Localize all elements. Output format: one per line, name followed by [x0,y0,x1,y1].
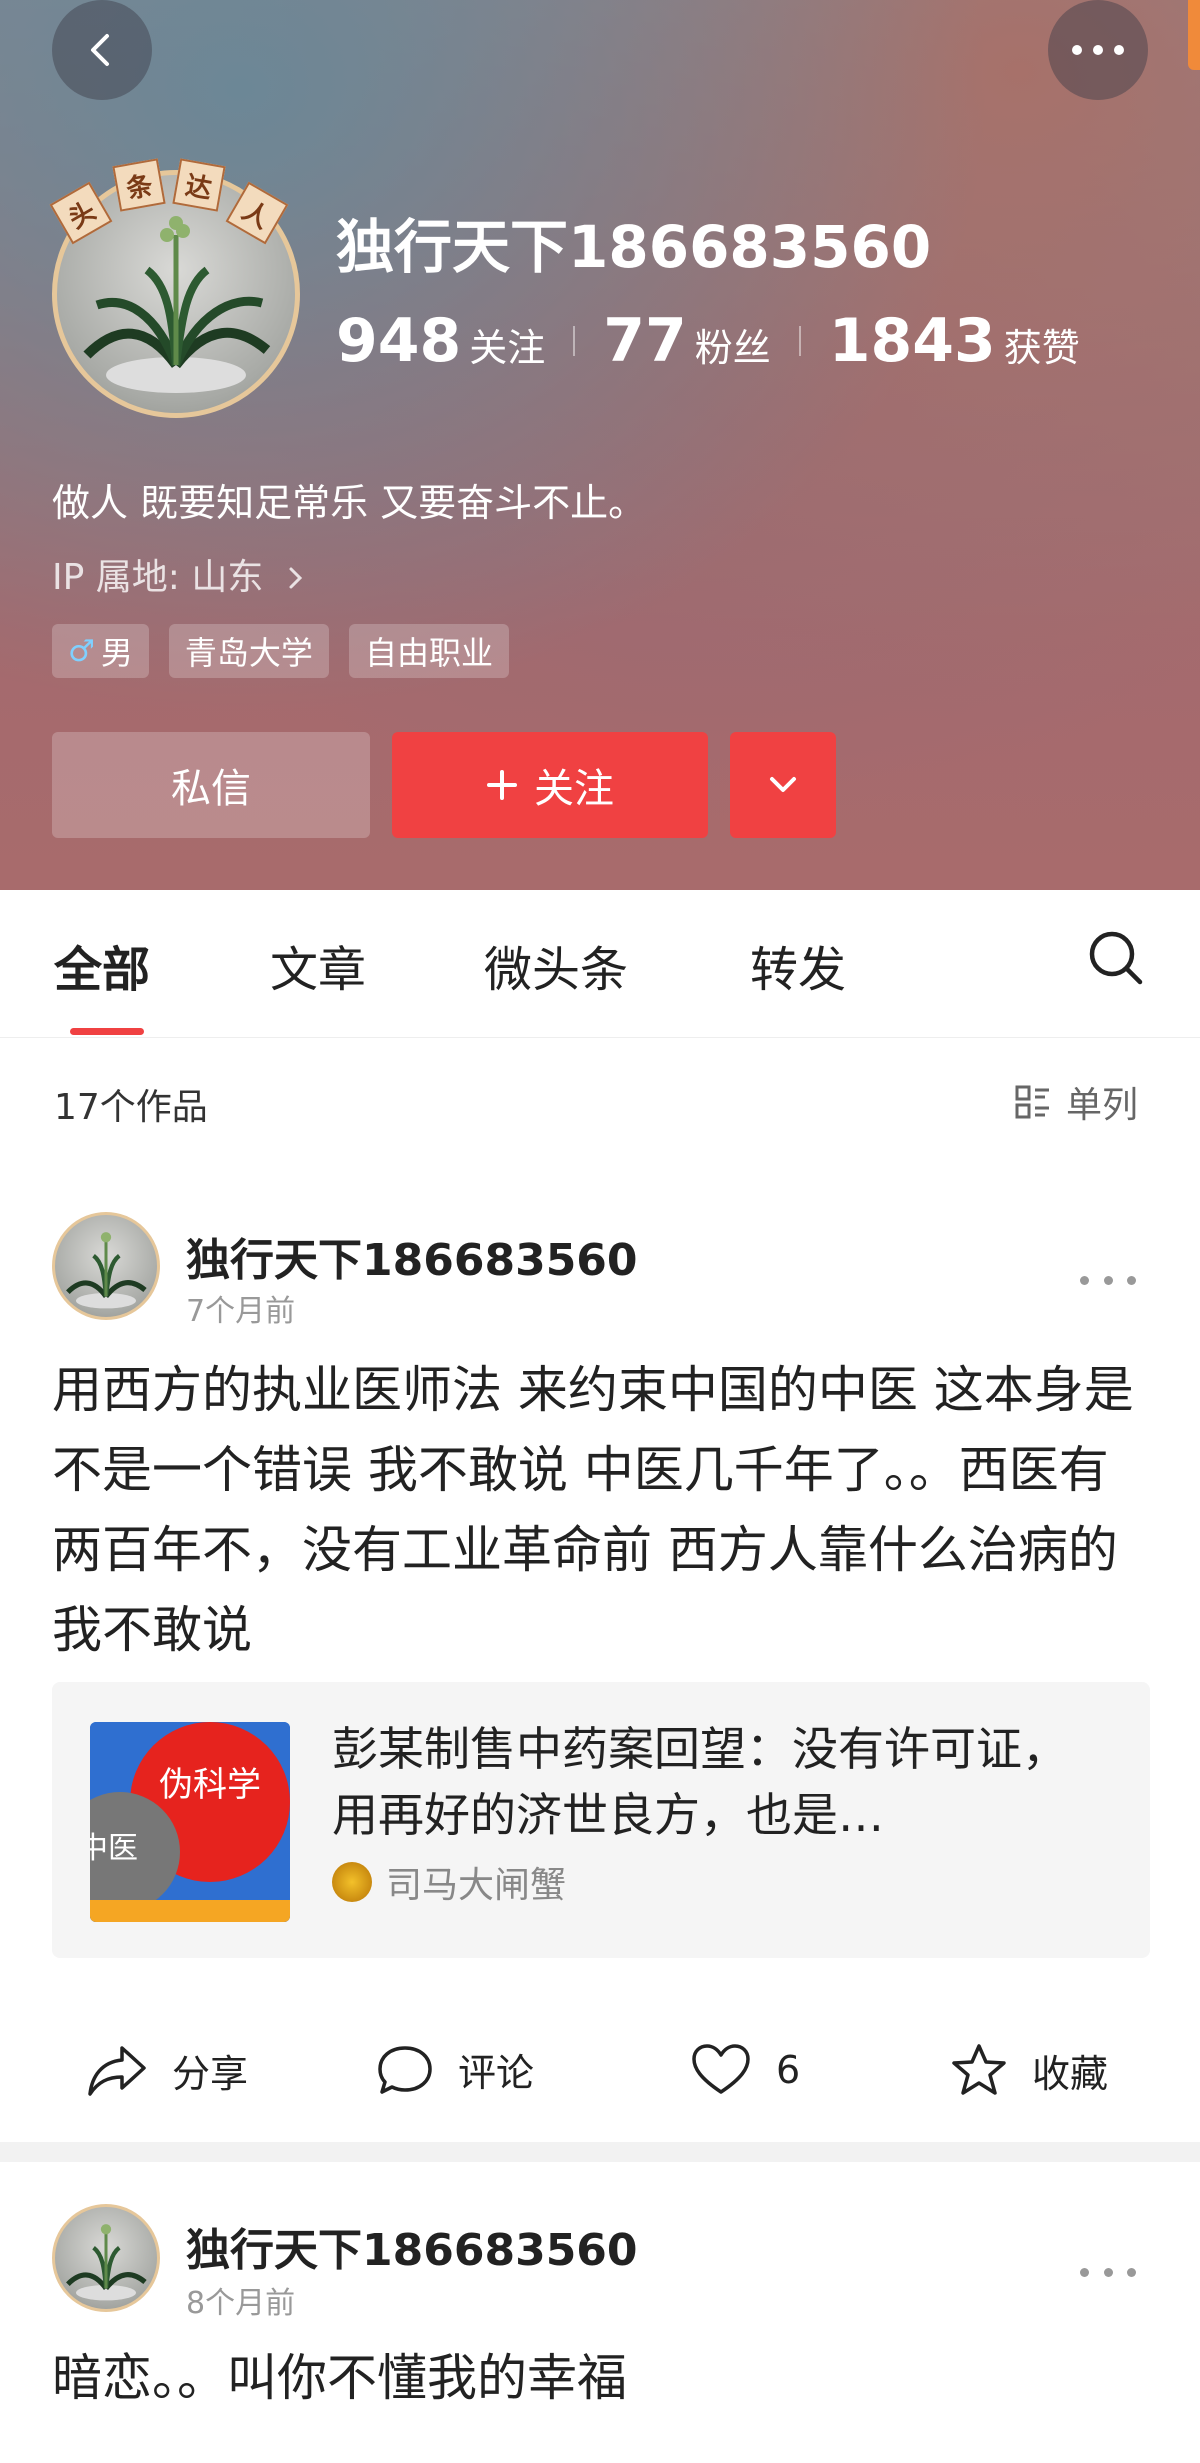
back-button[interactable] [52,0,152,100]
active-tab-indicator [70,1028,144,1035]
gender-tag: ♂ 男 [52,624,149,678]
profile-bio: 做人 既要知足常乐 又要奋斗不止。 [52,481,647,525]
post-time: 7个月前 [186,1294,296,1329]
likes-label: 获赞 [1003,326,1080,370]
post-text[interactable]: 用西方的执业医师法 来约束中国的中医 这本身是不是一个错误 我不敢说 中医几千年… [52,1350,1152,1670]
chevron-down-icon [770,777,796,792]
search-icon[interactable] [1084,926,1148,990]
profile-tags: ♂ 男 青岛大学 自由职业 [52,624,509,678]
like-count: 6 [776,2048,801,2092]
plant-avatar-icon [66,1232,147,1309]
more-dots-icon [1072,45,1124,55]
stat-divider [798,326,801,356]
follow-label: 关注 [534,766,614,812]
post-card: 独行天下186683560 7个月前 用西方的执业医师法 来约束中国的中医 这本… [0,1168,1200,2142]
chevron-left-icon [91,34,109,66]
view-mode-toggle[interactable]: 单列 [1014,1076,1138,1128]
badge-char: 达 [172,158,226,212]
post-author-avatar[interactable] [52,2204,160,2312]
works-count: 17个作品 [54,1087,208,1128]
post-more-button[interactable] [1080,1270,1136,1290]
article-source: 司马大闸蟹 [332,1856,566,1908]
post-author-avatar[interactable] [52,1212,160,1320]
article-title: 彭某制售中药案回望：没有许可证，用再好的济世良方，也是… [332,1722,1068,1842]
comment-icon [378,2045,432,2094]
recommend-dropdown-button[interactable] [730,732,836,838]
tab-articles[interactable]: 文章 [270,930,366,1000]
source-name: 司马大闸蟹 [386,1865,567,1906]
thumbnail-text: 中医 [90,1831,138,1866]
thumbnail-text: 伪科学 [159,1765,261,1805]
ip-location[interactable]: IP 属地: 山东 [52,548,307,600]
post-author-name[interactable]: 独行天下186683560 [186,2214,638,2278]
edge-indicator [1188,0,1200,70]
share-icon [88,2046,146,2096]
favorite-label: 收藏 [1032,2051,1109,2096]
plant-avatar-icon [66,2224,147,2301]
share-button[interactable]: 分享 [86,2042,248,2098]
gender-label: 男 [100,634,133,672]
tab-all[interactable]: 全部 [54,930,150,1000]
badge-char: 条 [112,158,166,212]
post-more-button[interactable] [1080,2262,1136,2282]
post-card: 独行天下186683560 8个月前 暗恋。。叫你不懂我的幸福 [0,2162,1200,2463]
content-tabs: 全部 文章 微头条 转发 [0,890,1200,1038]
list-view-icon [1015,1085,1049,1119]
post-author-name[interactable]: 独行天下186683560 [186,1224,638,1288]
job-tag: 自由职业 [348,624,509,678]
more-options-button[interactable] [1048,0,1148,100]
tab-micro-posts[interactable]: 微头条 [484,930,628,1000]
fans-count[interactable]: 77 [603,306,687,376]
linked-article-card[interactable]: 伪科学 中医 彭某制售中药案回望：没有许可证，用再好的济世良方，也是… 司马大闸… [52,1682,1150,1958]
thumbnail-graphic: 伪科学 中医 [90,1722,290,1922]
chevron-right-icon [289,567,302,589]
message-button[interactable]: 私信 [52,732,370,838]
share-label: 分享 [172,2051,249,2096]
tab-reposts[interactable]: 转发 [750,930,846,1000]
stat-divider [573,326,576,356]
dot [1127,1275,1136,1285]
likes-count: 1843 [828,306,996,376]
article-thumbnail: 伪科学 中医 [90,1722,290,1922]
profile-header: 头 条 达 人 独行天下186683560 948 关注 77 粉丝 1843 … [0,0,1200,890]
comment-label: 评论 [458,2051,535,2095]
heart-icon [692,2044,750,2094]
dot [1127,2267,1136,2277]
dot [1080,1275,1089,1285]
dot [1103,1275,1113,1285]
like-button[interactable]: 6 [690,2042,800,2098]
dot [1103,2267,1113,2277]
fans-label[interactable]: 粉丝 [695,317,771,372]
profile-stats: 948 关注 77 粉丝 1843 获赞 [336,306,1080,376]
comment-button[interactable]: 评论 [376,2042,534,2097]
post-time: 8个月前 [186,2286,296,2321]
dot [1080,2267,1089,2277]
view-mode-label: 单列 [1066,1085,1139,1126]
profile-username: 独行天下186683560 [336,213,932,281]
following-label[interactable]: 关注 [469,317,545,372]
star-icon [952,2044,1006,2095]
works-summary-bar: 17个作品 单列 [0,1038,1200,1168]
ip-location-text: IP 属地: 山东 [52,557,264,598]
post-actions: 分享 评论 6 收藏 [0,2024,1200,2124]
post-text[interactable]: 暗恋。。叫你不懂我的幸福 [52,2338,1152,2418]
male-icon: ♂ [68,633,95,669]
favorite-button[interactable]: 收藏 [950,2042,1108,2098]
follow-button[interactable]: 关注 [392,732,708,838]
plus-icon [487,770,517,800]
school-tag: 青岛大学 [168,624,329,678]
following-count[interactable]: 948 [336,306,461,376]
expert-badge: 头 条 达 人 [49,150,292,245]
source-avatar [332,1862,372,1902]
